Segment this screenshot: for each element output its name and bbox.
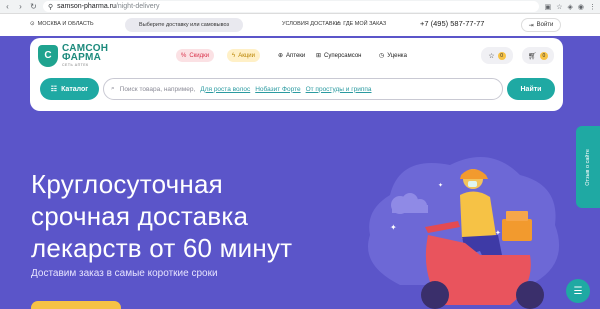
logo-shield-icon: С [38, 44, 58, 67]
profile-icon[interactable]: ◉ [578, 3, 584, 11]
courier-illustration: ✦ ✦ ✦ [368, 157, 560, 309]
nav-discount[interactable]: ◷ Уценка [374, 49, 412, 62]
cart-button[interactable]: 🛒︎ 0 [522, 47, 554, 64]
catalog-icon: ☷ [50, 86, 58, 93]
logo-tagline: СЕТЬ АПТЕК [62, 63, 89, 67]
clock-icon: ◷ [379, 53, 385, 59]
login-icon: ⇥ [528, 22, 534, 29]
region-label: МОСКВА И ОБЛАСТЬ [37, 21, 94, 27]
site-info-icon[interactable]: ⚲ [48, 3, 53, 11]
location-pin-icon: ⊙ [30, 21, 35, 27]
favorites-count-badge: 0 [497, 51, 506, 60]
search-icon: ⌕ [111, 85, 115, 92]
top-utility-bar: ⊙ МОСКВА И ОБЛАСТЬ Выберите доставку или… [0, 14, 600, 36]
hero-subtitle: Доставим заказ в самые короткие сроки [31, 268, 218, 279]
order-status-link[interactable]: ▭ ГДЕ МОЙ ЗАКАЗ [336, 21, 386, 27]
search-input[interactable]: ⌕ Поиск товара, например, Для роста воло… [103, 78, 503, 100]
nav-discount-label: Уценка [387, 52, 407, 59]
chat-button[interactable]: ☰ [566, 279, 590, 303]
feedback-label: Отзыв о сайте [585, 148, 591, 186]
url-path: /night-delivery [115, 3, 160, 10]
nav-pharmacies-label: Аптеки [286, 52, 306, 59]
nav-promo[interactable]: ϟ Акции [227, 49, 260, 62]
box-icon: ▭ [336, 21, 342, 27]
nav-supersamson[interactable]: ⊞ Суперсамсон [311, 49, 366, 62]
extension-icon[interactable]: ◈ [568, 3, 573, 11]
nav-sale[interactable]: % Скидки [176, 49, 215, 62]
svg-text:✦: ✦ [438, 182, 443, 189]
hero-title: Круглосуточная срочная доставка лекарств… [31, 168, 292, 264]
nav-promo-label: Акции [238, 52, 255, 59]
back-icon[interactable]: ‹ [4, 2, 11, 11]
reload-icon[interactable]: ↻ [30, 2, 37, 11]
nav-sale-label: Скидки [189, 52, 210, 59]
nav-pharmacies[interactable]: ⊕ Аптеки [273, 49, 310, 62]
search-submit-button[interactable]: Найти [507, 78, 555, 100]
cart-count-badge: 0 [539, 51, 548, 60]
hero-title-line: Круглосуточная [31, 169, 223, 199]
search-suggestion-link[interactable]: Для роста волос [200, 86, 250, 93]
hero-title-line: лекарств от 60 минут [31, 233, 293, 263]
order-status-label: ГДЕ МОЙ ЗАКАЗ [343, 21, 387, 27]
forward-icon[interactable]: › [17, 2, 24, 11]
chat-bubble-icon: ☰ [573, 285, 583, 297]
logo-line2: ФАРМА [62, 52, 102, 63]
catalog-button[interactable]: ☷ Каталог [40, 78, 99, 100]
delivery-choice-button[interactable]: Выберите доставку или самовывоз [125, 18, 243, 32]
address-bar[interactable]: ⚲ samson-pharma.ru/night-delivery [43, 1, 539, 12]
login-label: Войти [536, 22, 554, 28]
hero-title-line: срочная доставка [31, 201, 249, 231]
phone-number[interactable]: +7 (495) 587-77-77 [420, 19, 484, 28]
site-logo[interactable]: С САМСОН ФАРМА СЕТЬ АПТЕК [38, 44, 108, 67]
search-suggestion-link[interactable]: От простуды и гриппа [306, 86, 372, 93]
screenshot-icon[interactable]: ▣ [545, 3, 552, 11]
svg-text:✦: ✦ [390, 223, 397, 232]
cart-icon: 🛒︎ [528, 52, 537, 60]
search-suggestion-link[interactable]: Нобазит Форте [255, 86, 300, 93]
search-placeholder: Поиск товара, например, [119, 85, 196, 93]
star-outline-icon: ☆ [488, 52, 495, 60]
lightning-icon: ϟ [232, 52, 236, 59]
menu-icon[interactable]: ⋮ [589, 3, 596, 11]
feedback-tab[interactable]: Отзыв о сайте [576, 126, 600, 208]
star-icon[interactable]: ☆ [556, 3, 562, 11]
favorites-button[interactable]: ☆ 0 [481, 47, 513, 64]
crosshair-icon: ⊕ [278, 53, 284, 59]
hero-cta-button[interactable] [31, 301, 121, 309]
nav-supersamson-label: Суперсамсон [324, 52, 362, 59]
percent-icon: % [181, 52, 187, 59]
store-icon: ⊞ [316, 53, 322, 59]
url-host: samson-pharma.ru [57, 3, 116, 10]
delivery-conditions-link[interactable]: УСЛОВИЯ ДОСТАВКИ [282, 21, 340, 27]
site-header: С САМСОН ФАРМА СЕТЬ АПТЕК % Скидки ϟ Акц… [30, 38, 563, 111]
login-button[interactable]: ⇥ Войти [521, 18, 561, 32]
catalog-label: Каталог [61, 85, 89, 93]
browser-toolbar: ‹ › ↻ ⚲ samson-pharma.ru/night-delivery … [0, 0, 600, 14]
region-selector[interactable]: ⊙ МОСКВА И ОБЛАСТЬ [30, 21, 94, 27]
